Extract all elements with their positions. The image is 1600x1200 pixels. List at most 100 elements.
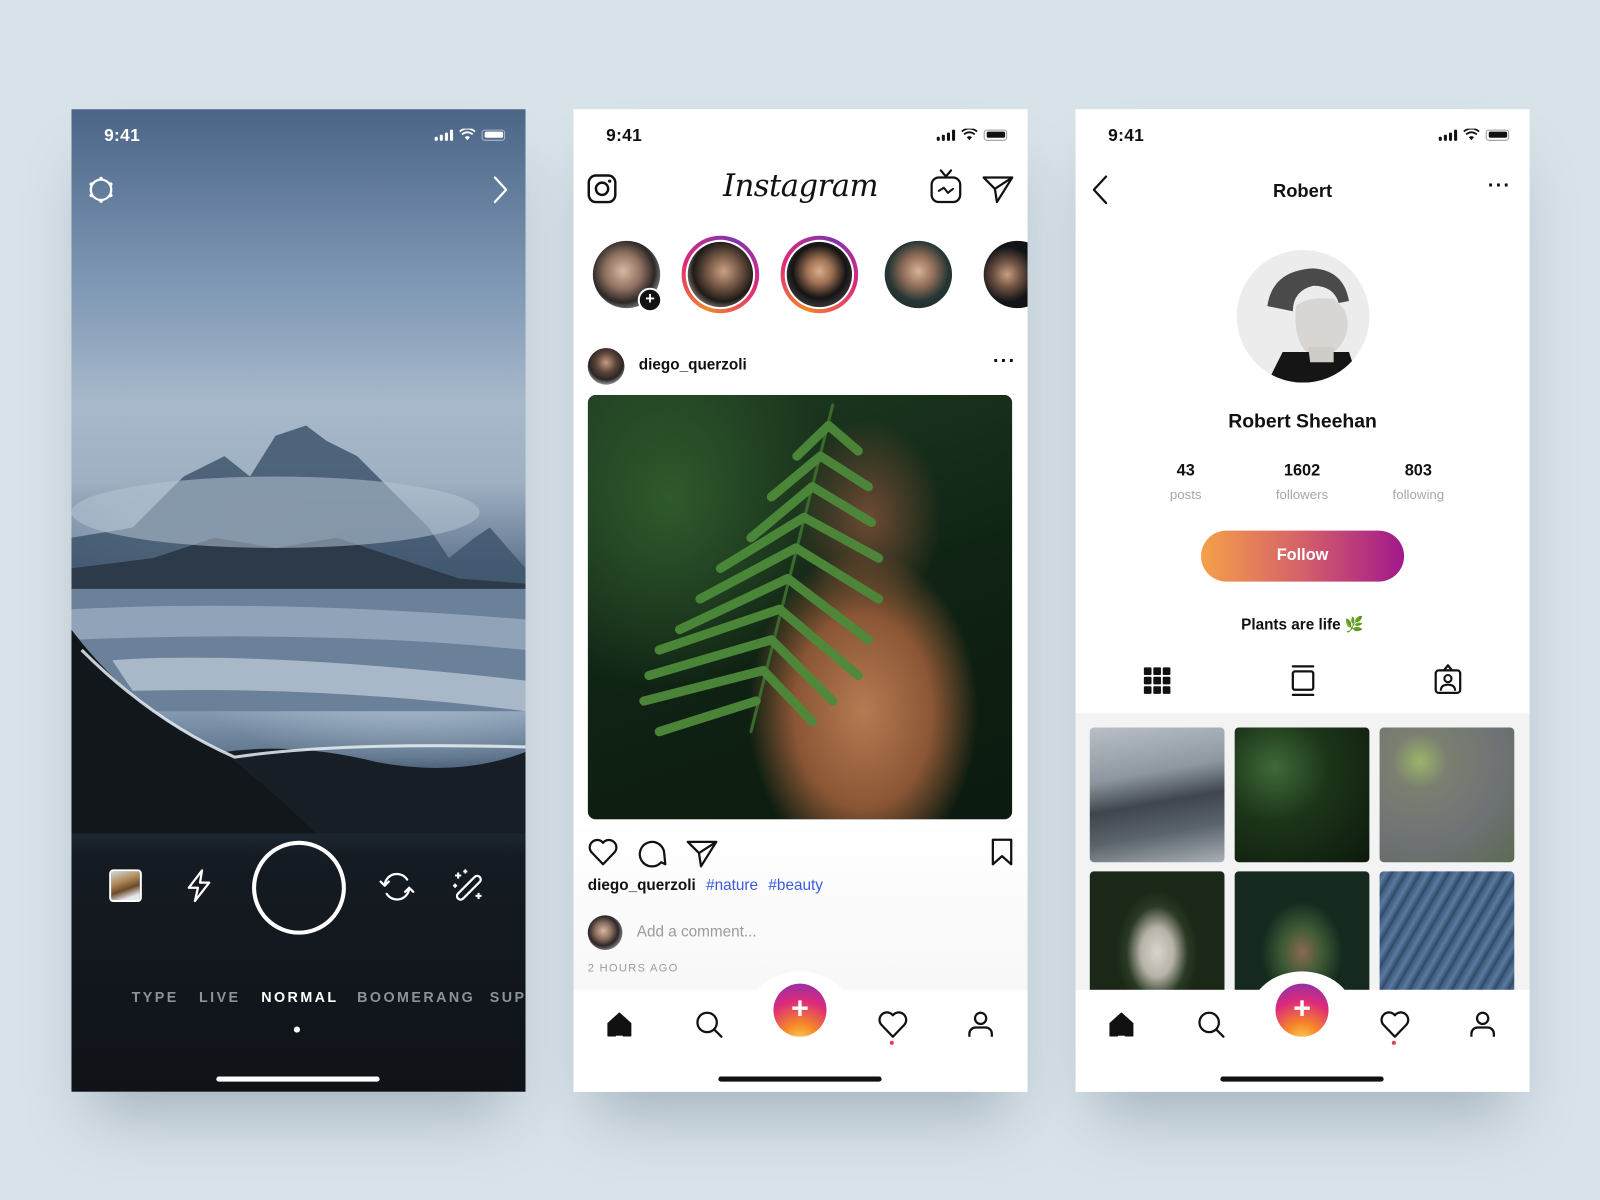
heart-icon (878, 1011, 908, 1038)
avatar (884, 240, 953, 309)
flash-icon[interactable] (184, 868, 215, 903)
camera-screen: 9:41 TYPE LIVE NORMAL BOOMERANG SUP (71, 109, 526, 1092)
tab-search[interactable] (1193, 1006, 1230, 1043)
stories-tray: + (588, 235, 1028, 318)
story-your-story[interactable]: + (588, 236, 666, 314)
profile-avatar[interactable] (1236, 249, 1370, 383)
fern-leaf (639, 403, 884, 737)
search-icon (1198, 1011, 1225, 1038)
tab-home[interactable] (601, 1006, 638, 1043)
follow-button[interactable]: Follow (1201, 530, 1405, 582)
avatar (786, 241, 853, 308)
home-indicator[interactable] (718, 1076, 882, 1082)
tab-profile[interactable] (1464, 1006, 1501, 1043)
post-timestamp: 2 HOURS AGO (587, 962, 679, 975)
mode-superzoom[interactable]: SUP (490, 989, 526, 1005)
tab-activity[interactable] (1377, 1006, 1414, 1043)
post-header: diego_querzoli ··· (587, 346, 1017, 387)
profile-icon (1470, 1011, 1495, 1037)
wifi-icon (459, 128, 476, 141)
tab-profile[interactable] (962, 1006, 999, 1043)
direct-message-icon[interactable] (982, 173, 1015, 204)
home-icon (1109, 1012, 1134, 1037)
add-comment-row: Add a comment... (587, 915, 996, 950)
home-indicator[interactable] (216, 1076, 380, 1082)
tab-home[interactable] (1103, 1006, 1140, 1043)
story-item[interactable] (979, 236, 1028, 314)
bookmark-icon[interactable] (990, 838, 1014, 867)
profile-screen: 9:41 Robert ··· Robert Sheehan 43 posts (1075, 109, 1530, 1092)
grid-photo-avocados-matcha[interactable] (1379, 727, 1515, 863)
wifi-icon (1463, 128, 1480, 141)
share-icon[interactable] (686, 838, 719, 869)
status-time: 9:41 (1108, 125, 1145, 145)
tab-activity[interactable] (874, 1006, 911, 1043)
hashtag-link[interactable]: #beauty (768, 877, 822, 894)
add-story-badge[interactable]: + (637, 287, 663, 313)
gallery-thumbnail[interactable] (109, 869, 142, 903)
signal-icon (936, 129, 956, 141)
hashtag-link[interactable]: #nature (706, 877, 758, 894)
switch-camera-icon[interactable] (379, 869, 416, 904)
story-item[interactable] (681, 235, 760, 314)
profile-portrait (1267, 268, 1360, 383)
stat-label: posts (1169, 486, 1202, 503)
battery-icon (983, 129, 1008, 141)
nav-title: Robert (1272, 180, 1333, 202)
create-post-button[interactable]: + (773, 983, 827, 1037)
more-options-icon[interactable]: ··· (1488, 174, 1511, 197)
settings-icon[interactable] (86, 174, 117, 205)
stat-posts[interactable]: 43 posts (1124, 462, 1246, 502)
chevron-right-icon[interactable] (488, 174, 512, 205)
battery-icon (481, 129, 506, 141)
comment-input[interactable]: Add a comment... (637, 923, 757, 940)
grid-photo-statue-garden[interactable] (1089, 871, 1225, 1007)
comment-icon[interactable] (637, 838, 668, 869)
status-icons (936, 128, 1008, 141)
stat-value: 803 (1404, 462, 1432, 480)
wifi-icon (961, 128, 978, 141)
stat-following[interactable]: 803 following (1357, 462, 1479, 502)
stat-label: following (1392, 486, 1445, 503)
grid-photo-blue-palm-leaves[interactable] (1379, 871, 1515, 1007)
post-caption: diego_querzoli #nature #beauty (588, 877, 823, 894)
caption-username[interactable]: diego_querzoli (588, 877, 696, 894)
activity-notification-dot (889, 1040, 894, 1045)
home-indicator[interactable] (1220, 1076, 1384, 1082)
heart-icon (1380, 1011, 1410, 1038)
grid-view-icon[interactable] (1143, 666, 1172, 695)
post-author-username[interactable]: diego_querzoli (639, 356, 747, 373)
status-time: 9:41 (606, 125, 643, 145)
post-image[interactable] (587, 394, 1013, 820)
stat-value: 43 (1176, 462, 1195, 480)
like-icon[interactable] (588, 838, 619, 867)
sea-scene (71, 588, 526, 834)
mode-type[interactable]: TYPE (132, 989, 179, 1005)
create-post-button[interactable]: + (1275, 983, 1329, 1037)
mode-normal[interactable]: NORMAL (261, 989, 338, 1005)
bottom-tab-bar: + (1075, 971, 1530, 1092)
feed-view-icon[interactable] (1290, 664, 1317, 697)
shutter-button[interactable] (252, 840, 346, 935)
more-options-icon[interactable]: ··· (993, 350, 1016, 373)
stat-followers[interactable]: 1602 followers (1241, 462, 1363, 502)
grid-photo-misty-mountain-coast[interactable] (1089, 727, 1225, 863)
mode-live[interactable]: LIVE (199, 989, 241, 1005)
profile-view-tabs (1076, 660, 1530, 711)
mode-boomerang[interactable]: BOOMERANG (357, 989, 475, 1005)
tagged-view-icon[interactable] (1433, 663, 1464, 696)
search-icon (696, 1011, 723, 1038)
status-icons (434, 128, 506, 141)
status-icons (1438, 128, 1510, 141)
profile-icon (968, 1011, 993, 1037)
post-author-avatar[interactable] (587, 347, 625, 385)
profile-full-name: Robert Sheehan (1228, 411, 1377, 433)
igtv-icon[interactable] (929, 168, 964, 205)
home-icon (607, 1012, 632, 1037)
story-item[interactable] (780, 235, 859, 314)
story-item[interactable] (880, 236, 958, 314)
tab-search[interactable] (691, 1006, 728, 1043)
battery-icon (1485, 129, 1510, 141)
effects-wand-icon[interactable] (452, 868, 487, 903)
grid-photo-fern-leaves[interactable] (1234, 727, 1370, 863)
